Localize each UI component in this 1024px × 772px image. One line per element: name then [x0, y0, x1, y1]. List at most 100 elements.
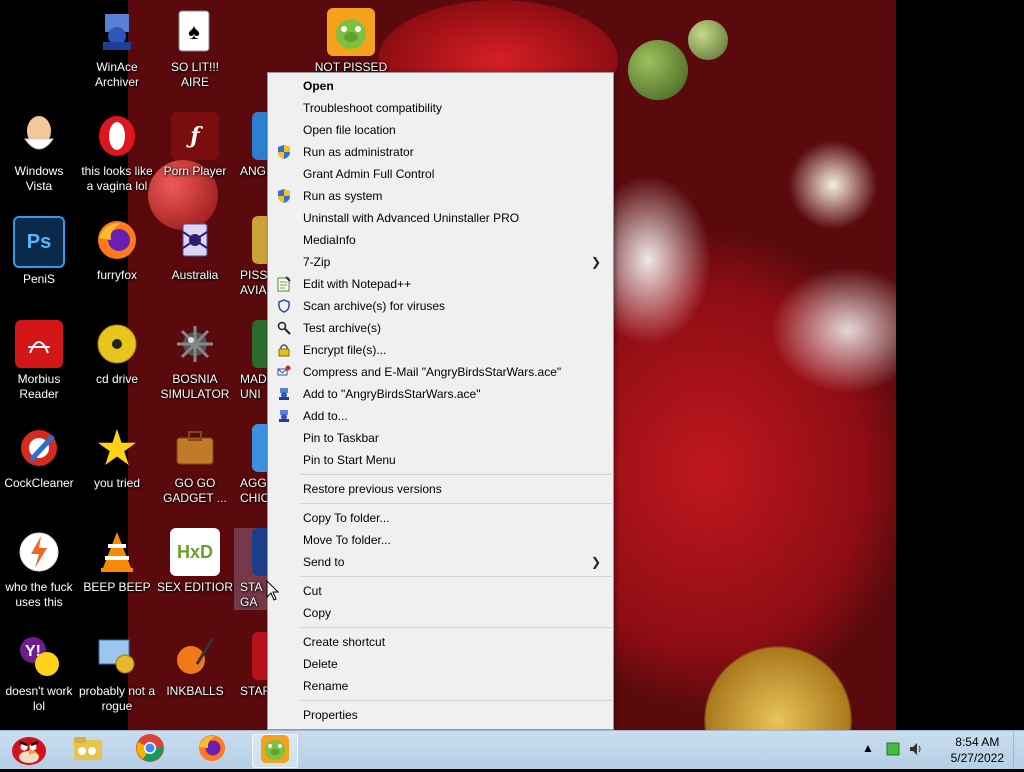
spider-solitaire-icon: [171, 216, 219, 264]
taskbar-clock[interactable]: 8:54 AM 5/27/2022: [951, 734, 1004, 766]
desktop-icon-cd-drive[interactable]: cd drive: [78, 320, 156, 387]
menu-item-edit-notepad-plus-plus[interactable]: Edit with Notepad++: [270, 273, 611, 295]
taskbar-chrome[interactable]: [128, 733, 172, 768]
minesweeper-icon: [171, 320, 219, 368]
menu-item-cut[interactable]: Cut: [270, 580, 611, 602]
menu-item-copy-to-folder[interactable]: Copy To folder...: [270, 507, 611, 529]
desktop-icon-control-panel[interactable]: probably not a rogue: [78, 632, 156, 714]
desktop-black-band-right: [896, 0, 1024, 730]
menu-item-pin-to-start-menu[interactable]: Pin to Start Menu: [270, 449, 611, 471]
taskbar-angry-birds-star-wars[interactable]: [252, 734, 298, 768]
opera-icon: [93, 112, 141, 160]
menu-item-pin-to-taskbar[interactable]: Pin to Taskbar: [270, 427, 611, 449]
menu-item-7zip[interactable]: 7-Zip ❯: [270, 251, 611, 273]
desktop-icon-you-tried[interactable]: ★ you tried: [78, 424, 156, 491]
menu-item-open[interactable]: Open: [270, 75, 611, 97]
vlc-icon: [93, 528, 141, 576]
hxd-icon: HxD: [170, 528, 220, 576]
angry-bird-start-orb-icon: [5, 729, 49, 772]
menu-item-open-file-location[interactable]: Open file location: [270, 119, 611, 141]
clock-date: 5/27/2022: [950, 751, 1004, 765]
chrome-icon: [135, 733, 165, 768]
menu-separator: [301, 576, 611, 577]
inkball-icon: [171, 632, 219, 680]
menu-item-uninstall-advanced[interactable]: Uninstall with Advanced Uninstaller PRO: [270, 207, 611, 229]
desktop-icon-windows-vista[interactable]: Windows Vista: [0, 112, 78, 194]
shield-scan-icon: [276, 298, 292, 314]
svg-text:♠: ♠: [188, 19, 200, 44]
menu-item-create-shortcut[interactable]: Create shortcut: [270, 631, 611, 653]
menu-item-grant-admin-full-control[interactable]: Grant Admin Full Control: [270, 163, 611, 185]
menu-separator: [301, 474, 611, 475]
show-desktop-button[interactable]: [1013, 731, 1024, 769]
desktop-icon-inkball[interactable]: INKBALLS: [156, 632, 234, 699]
start-button[interactable]: [2, 731, 52, 769]
menu-separator: [301, 700, 611, 701]
cd-drive-icon: [93, 320, 141, 368]
network-status-icon[interactable]: [886, 742, 900, 759]
menu-item-test-archives[interactable]: Test archive(s): [270, 317, 611, 339]
menu-item-restore-previous-versions[interactable]: Restore previous versions: [270, 478, 611, 500]
taskbar-firefox[interactable]: [190, 734, 234, 766]
desktop-icon-winace[interactable]: WinAce Archiver: [78, 8, 156, 90]
menu-item-send-to[interactable]: Send to ❯: [270, 551, 611, 573]
desktop-icon-ccleaner[interactable]: CockCleaner: [0, 424, 78, 491]
winace-small-icon: [276, 408, 292, 424]
uac-shield-icon: [276, 144, 292, 160]
desktop-icon-hxd[interactable]: HxD SEX EDITIOR: [156, 528, 234, 595]
menu-item-scan-archives[interactable]: Scan archive(s) for viruses: [270, 295, 611, 317]
menu-item-add-to[interactable]: Add to...: [270, 405, 611, 427]
magnifier-icon: [276, 320, 292, 336]
menu-item-run-as-system[interactable]: Run as system: [270, 185, 611, 207]
mouse-cursor-icon: [266, 579, 280, 607]
desktop-icon-minesweeper[interactable]: BOSNIA SIMULATOR: [156, 320, 234, 402]
menu-item-add-to-ace[interactable]: Add to "AngryBirdsStarWars.ace": [270, 383, 611, 405]
desktop-icon-gadgets[interactable]: GO GO GADGET ...: [156, 424, 234, 506]
notepad-plus-plus-icon: [276, 276, 292, 292]
uac-shield-icon: [276, 188, 292, 204]
menu-item-run-as-administrator[interactable]: Run as administrator: [270, 141, 611, 163]
menu-item-rename[interactable]: Rename: [270, 675, 611, 697]
angry-birds-pig-icon: [260, 734, 290, 769]
submenu-arrow-icon: ❯: [590, 255, 601, 269]
file-explorer-icon: [72, 734, 104, 767]
compress-email-icon: [276, 364, 292, 380]
desktop-icon-solitaire[interactable]: ♠ SO LIT!!! AIRE: [156, 8, 234, 90]
desktop-icon-not-pissed[interactable]: NOT PISSED: [312, 8, 390, 75]
desktop-icon-porn-player[interactable]: ƒ Porn Player: [156, 112, 234, 179]
menu-item-troubleshoot-compatibility[interactable]: Troubleshoot compatibility: [270, 97, 611, 119]
flash-player-icon: ƒ: [171, 112, 219, 160]
taskbar: ▲ 8:54 AM 5/27/2022: [0, 730, 1024, 769]
desktop-icon-spider-solitaire[interactable]: Australia: [156, 216, 234, 283]
menu-separator: [301, 627, 611, 628]
acrobat-reader-icon: [15, 320, 63, 368]
firefox-icon: [197, 733, 227, 768]
menu-item-mediainfo[interactable]: MediaInfo: [270, 229, 611, 251]
lock-icon: [276, 342, 292, 358]
desktop-icon-opera[interactable]: this looks like a vagina lol: [78, 112, 156, 194]
clock-time: 8:54 AM: [955, 735, 1000, 749]
volume-speaker-icon[interactable]: [908, 741, 924, 760]
context-menu: Open Troubleshoot compatibility Open fil…: [267, 72, 614, 730]
menu-item-compress-email[interactable]: Compress and E-Mail "AngryBirdsStarWars.…: [270, 361, 611, 383]
menu-item-encrypt-files[interactable]: Encrypt file(s)...: [270, 339, 611, 361]
menu-item-copy[interactable]: Copy: [270, 602, 611, 624]
desktop-icon-firefox[interactable]: furryfox: [78, 216, 156, 283]
submenu-arrow-icon: ❯: [590, 555, 601, 569]
firefox-icon: [93, 216, 141, 264]
menu-item-delete[interactable]: Delete: [270, 653, 611, 675]
briefcase-icon: [171, 424, 219, 472]
desktop-icon-yahoo-messenger[interactable]: Y! doesn't work lol: [0, 632, 78, 714]
menu-item-move-to-folder[interactable]: Move To folder...: [270, 529, 611, 551]
menu-item-properties[interactable]: Properties: [270, 704, 611, 726]
show-hidden-icons-chevron-icon[interactable]: ▲: [862, 741, 874, 755]
desktop-icon-acrobat-reader[interactable]: Morbius Reader: [0, 320, 78, 402]
desktop-icon-avast[interactable]: who the fuck uses this: [0, 528, 78, 610]
yahoo-messenger-icon: Y!: [15, 632, 63, 680]
desktop-icon-photoshop[interactable]: Ps PeniS: [0, 216, 78, 287]
menu-separator: [301, 503, 611, 504]
winace-icon: [93, 8, 141, 56]
desktop-icon-vlc[interactable]: BEEP BEEP: [78, 528, 156, 595]
taskbar-file-explorer[interactable]: [66, 734, 110, 766]
ccleaner-icon: [15, 424, 63, 472]
